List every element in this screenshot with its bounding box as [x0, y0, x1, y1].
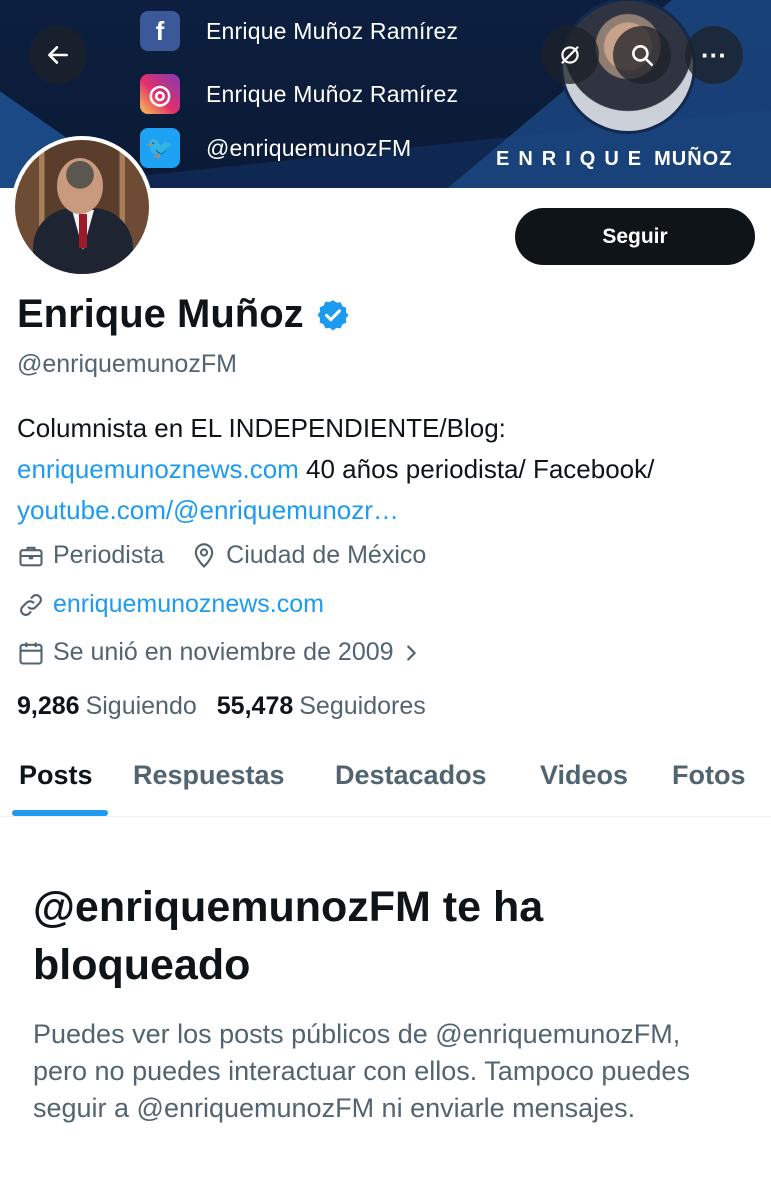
bio-text: Columnista en EL INDEPENDIENTE/Blog:	[17, 413, 506, 443]
active-tab-indicator	[12, 810, 108, 816]
banner-brand-last: MUÑOZ	[654, 148, 733, 170]
bio-text: 40 años periodista/ Facebook/	[298, 454, 655, 484]
blocked-title: @enriquemunozFM te ha bloqueado	[33, 883, 544, 989]
blocked-description: Puedes ver los posts públicos de @enriqu…	[33, 1019, 690, 1123]
avatar[interactable]	[11, 136, 153, 278]
arrow-left-icon	[48, 46, 68, 64]
profile-website-row: enriquemunoznews.com	[17, 590, 324, 619]
profile-handle: @enriquemunozFM	[17, 350, 237, 378]
following-count: 9,286	[17, 692, 80, 720]
location-pin-icon	[194, 542, 214, 568]
profile-tabs: Posts Respuestas Destacados Videos Fotos	[0, 740, 771, 817]
banner-social-text: Enrique Muñoz Ramírez	[206, 17, 459, 44]
calendar-icon	[19, 642, 43, 665]
banner-social-text: @enriquemunozFM	[206, 134, 412, 161]
bio-link-youtube[interactable]: youtube.com/@enriquemunozr…	[17, 495, 399, 525]
banner-brand: ENRIQUE MUÑOZ	[496, 148, 732, 171]
display-name-text: Enrique Muñoz	[17, 292, 304, 336]
tab-respuestas[interactable]: Respuestas	[133, 760, 285, 791]
follow-stats: 9,286 Siguiendo 55,478 Seguidores	[17, 692, 446, 721]
following-stat[interactable]: 9,286 Siguiendo	[17, 692, 197, 721]
profile-website-link[interactable]: enriquemunoznews.com	[53, 590, 324, 619]
tab-fotos[interactable]: Fotos	[672, 760, 746, 791]
muted-link-button[interactable]	[541, 26, 599, 84]
banner-brand-first: ENRIQUE	[496, 148, 651, 170]
tab-posts[interactable]: Posts	[19, 760, 93, 791]
followers-count: 55,478	[216, 692, 294, 720]
banner-social-text: Enrique Muñoz Ramírez	[206, 80, 459, 107]
search-button[interactable]	[613, 26, 671, 84]
profile-meta-row: Periodista Ciudad de México	[17, 541, 426, 570]
chevron-right-icon	[406, 644, 416, 661]
following-label: Siguiendo	[85, 692, 197, 720]
avatar-tie	[79, 214, 87, 248]
back-button[interactable]	[29, 26, 87, 84]
tab-destacados[interactable]: Destacados	[335, 760, 487, 791]
joined-date-row[interactable]: Se unió en noviembre de 2009	[17, 638, 430, 667]
more-icon: ···	[701, 39, 727, 70]
link-icon	[20, 593, 42, 616]
banner-social-twitter: 🐦 @enriquemunozFM	[140, 128, 411, 168]
more-button[interactable]: ···	[685, 26, 743, 84]
location: Ciudad de México	[226, 541, 427, 569]
twitter-icon: 🐦	[140, 128, 180, 168]
follow-button[interactable]: Seguir	[515, 208, 755, 265]
banner-social-facebook: f Enrique Muñoz Ramírez	[140, 11, 458, 51]
facebook-icon: f	[140, 11, 180, 51]
instagram-icon: ◎	[140, 74, 180, 114]
profession: Periodista	[53, 541, 165, 569]
verified-badge-icon[interactable]	[316, 298, 350, 332]
briefcase-icon	[19, 546, 43, 566]
display-name: Enrique Muñoz	[17, 292, 350, 337]
avatar-face	[57, 158, 103, 214]
joined-date: Se unió en noviembre de 2009	[53, 638, 394, 666]
banner-social-instagram: ◎ Enrique Muñoz Ramírez	[140, 74, 458, 114]
followers-stat[interactable]: 55,478 Seguidores	[217, 692, 426, 721]
tab-videos[interactable]: Videos	[540, 760, 628, 791]
followers-label: Seguidores	[299, 692, 426, 720]
link-off-icon	[561, 46, 579, 64]
profile-bio: Columnista en EL INDEPENDIENTE/Blog: enr…	[17, 408, 757, 531]
search-icon	[632, 45, 654, 67]
bio-link-website[interactable]: enriquemunoznews.com	[17, 454, 299, 484]
